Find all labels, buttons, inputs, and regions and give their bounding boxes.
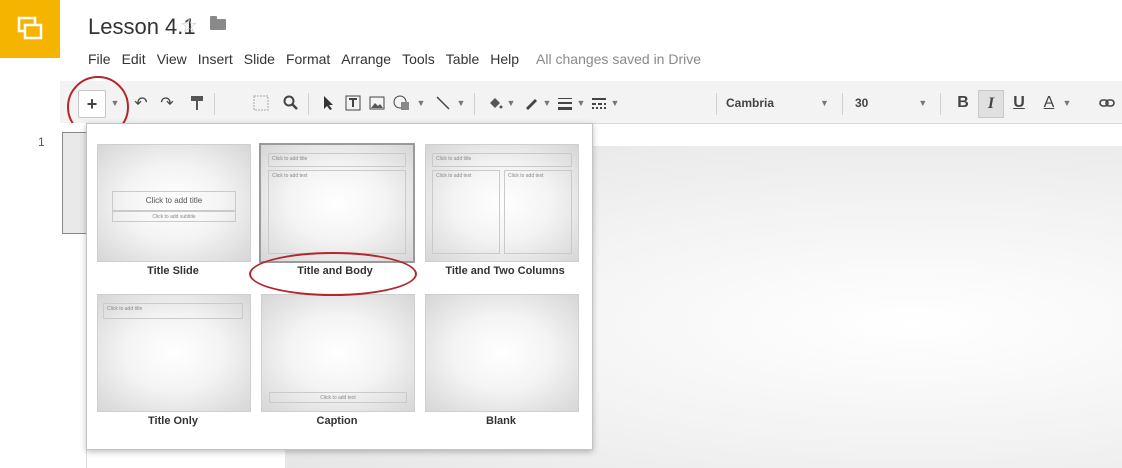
underline-button[interactable]: U	[1008, 90, 1030, 116]
layout-label-caption[interactable]: Caption	[257, 415, 417, 427]
layout-label-title-only[interactable]: Title Only	[93, 415, 253, 427]
body-placeholder: Click to add text	[268, 170, 406, 254]
menu-file[interactable]: File	[88, 51, 111, 67]
slide-thumbnail[interactable]	[62, 132, 88, 234]
chevron-down-icon: ▼	[918, 98, 928, 108]
link-icon[interactable]	[1096, 90, 1118, 116]
slides-logo-icon	[17, 16, 43, 40]
select-layout-icon[interactable]	[250, 90, 272, 116]
text-color-button[interactable]: A	[1036, 90, 1062, 116]
layout-thumbnail-blank[interactable]	[425, 294, 579, 412]
fill-color-icon[interactable]	[484, 90, 506, 116]
layout-label-title-slide[interactable]: Title Slide	[93, 265, 253, 277]
menu-insert[interactable]: Insert	[198, 51, 233, 67]
menu-table[interactable]: Table	[446, 51, 479, 67]
layout-thumbnail-caption[interactable]: Click to add text	[261, 294, 415, 412]
column-1-placeholder: Click to add text	[432, 170, 500, 254]
text-box-icon[interactable]	[342, 90, 364, 116]
layout-label-title-and-two-columns[interactable]: Title and Two Columns	[421, 265, 589, 277]
select-arrow-icon[interactable]	[318, 90, 340, 116]
font-size-value: 30	[855, 96, 869, 110]
shape-dropdown[interactable]: ▼	[416, 90, 426, 116]
line-dropdown[interactable]: ▼	[456, 90, 466, 116]
menu-arrange[interactable]: Arrange	[341, 51, 391, 67]
text-color-dropdown[interactable]: ▼	[1062, 90, 1072, 116]
line-weight-icon[interactable]	[554, 90, 576, 116]
line-dash-dropdown[interactable]: ▼	[610, 90, 620, 116]
menu-slide[interactable]: Slide	[244, 51, 275, 67]
undo-icon[interactable]: ↶	[130, 90, 152, 116]
layout-label-blank[interactable]: Blank	[421, 415, 581, 427]
menu-format[interactable]: Format	[286, 51, 330, 67]
star-icon[interactable]: ☆	[180, 13, 198, 38]
layout-thumbnail-title-slide[interactable]: Click to add title Click to add subtitle	[97, 144, 251, 262]
font-family-value: Cambria	[726, 96, 775, 110]
subtitle-placeholder: Click to add subtitle	[112, 211, 236, 222]
paint-format-icon[interactable]	[186, 90, 208, 116]
folder-icon[interactable]	[210, 16, 226, 30]
line-color-icon[interactable]	[520, 90, 542, 116]
chevron-down-icon: ▼	[820, 98, 829, 108]
save-status: All changes saved in Drive	[536, 51, 702, 67]
line-icon[interactable]	[432, 90, 454, 116]
menu-view[interactable]: View	[157, 51, 187, 67]
zoom-icon[interactable]	[280, 90, 302, 116]
line-weight-dropdown[interactable]: ▼	[576, 90, 586, 116]
image-icon[interactable]	[366, 90, 388, 116]
font-size-select[interactable]: 30 ▼	[855, 90, 935, 116]
shape-icon[interactable]	[390, 90, 416, 116]
layout-thumbnail-title-and-two-columns[interactable]: Click to add title Click to add text Cli…	[425, 144, 579, 262]
layout-thumbnail-title-only[interactable]: Click to add title	[97, 294, 251, 412]
line-dash-icon[interactable]	[588, 90, 610, 116]
title-placeholder: Click to add title	[432, 153, 572, 167]
menu-tools[interactable]: Tools	[402, 51, 435, 67]
highlight-circle-title-and-body	[249, 252, 417, 296]
fill-color-dropdown[interactable]: ▼	[506, 90, 516, 116]
line-color-dropdown[interactable]: ▼	[542, 90, 552, 116]
menu-help[interactable]: Help	[490, 51, 519, 67]
title-placeholder: Click to add title	[112, 191, 236, 211]
column-2-placeholder: Click to add text	[504, 170, 572, 254]
menu-edit[interactable]: Edit	[122, 51, 146, 67]
title-placeholder: Click to add title	[103, 303, 243, 319]
bold-button[interactable]: B	[952, 90, 974, 116]
layout-thumbnail-title-and-body[interactable]: Click to add title Click to add text	[259, 143, 415, 263]
caption-placeholder: Click to add text	[269, 392, 407, 403]
redo-icon[interactable]: ↷	[156, 90, 178, 116]
menu-bar: File Edit View Insert Slide Format Arrange Tool…	[88, 51, 712, 67]
font-family-select[interactable]: Cambria ▼	[726, 90, 836, 116]
slides-logo[interactable]	[0, 0, 60, 58]
italic-button[interactable]: I	[978, 90, 1004, 118]
title-placeholder: Click to add title	[268, 153, 406, 167]
slide-number: 1	[38, 135, 45, 149]
